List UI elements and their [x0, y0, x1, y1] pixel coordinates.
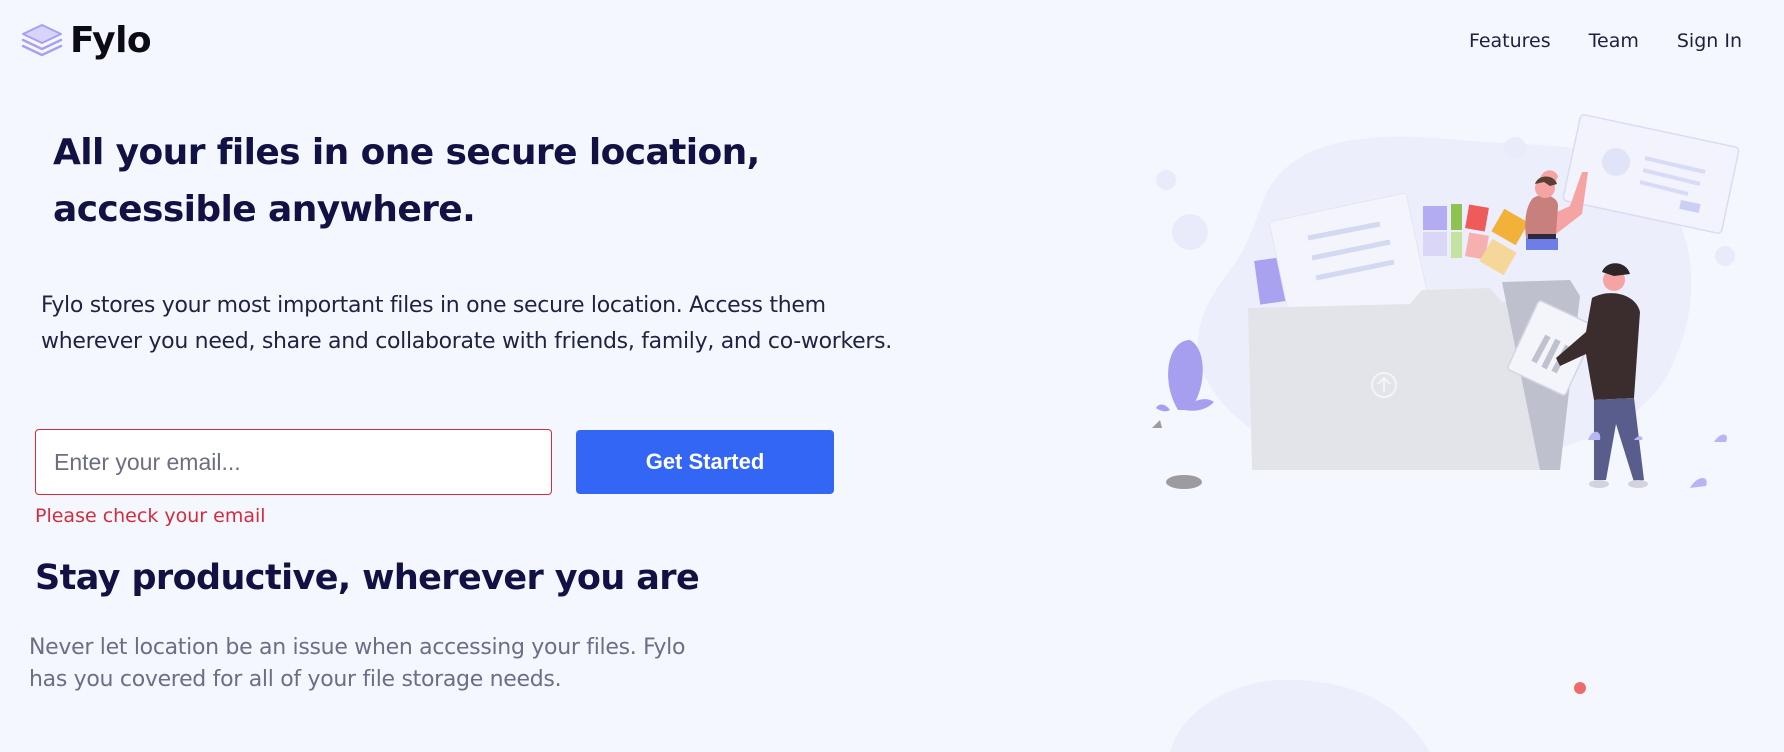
email-error-message: Please check your email [35, 505, 266, 527]
get-started-button[interactable]: Get Started [576, 430, 834, 494]
hero-description: Fylo stores your most important files in… [41, 293, 892, 354]
site-header: Fylo Features Team Sign In [0, 0, 1784, 90]
main-nav: Features Team Sign In [1469, 30, 1742, 52]
nav-link-sign-in[interactable]: Sign In [1677, 30, 1742, 52]
productive-illustration [1170, 679, 1586, 752]
logo-text: Fylo [70, 20, 152, 61]
nav-link-team[interactable]: Team [1589, 30, 1639, 52]
productive-section-description: Never let location be an issue when acce… [29, 635, 686, 692]
nav-link-features[interactable]: Features [1469, 30, 1551, 52]
layers-icon [21, 23, 63, 56]
productive-section-title: Stay productive, wherever you are [35, 558, 700, 598]
hero-title: All your files in one secure location, a… [53, 132, 760, 230]
intro-illustration [1152, 114, 1740, 489]
email-input[interactable] [35, 429, 552, 495]
logo[interactable]: Fylo [20, 20, 152, 61]
